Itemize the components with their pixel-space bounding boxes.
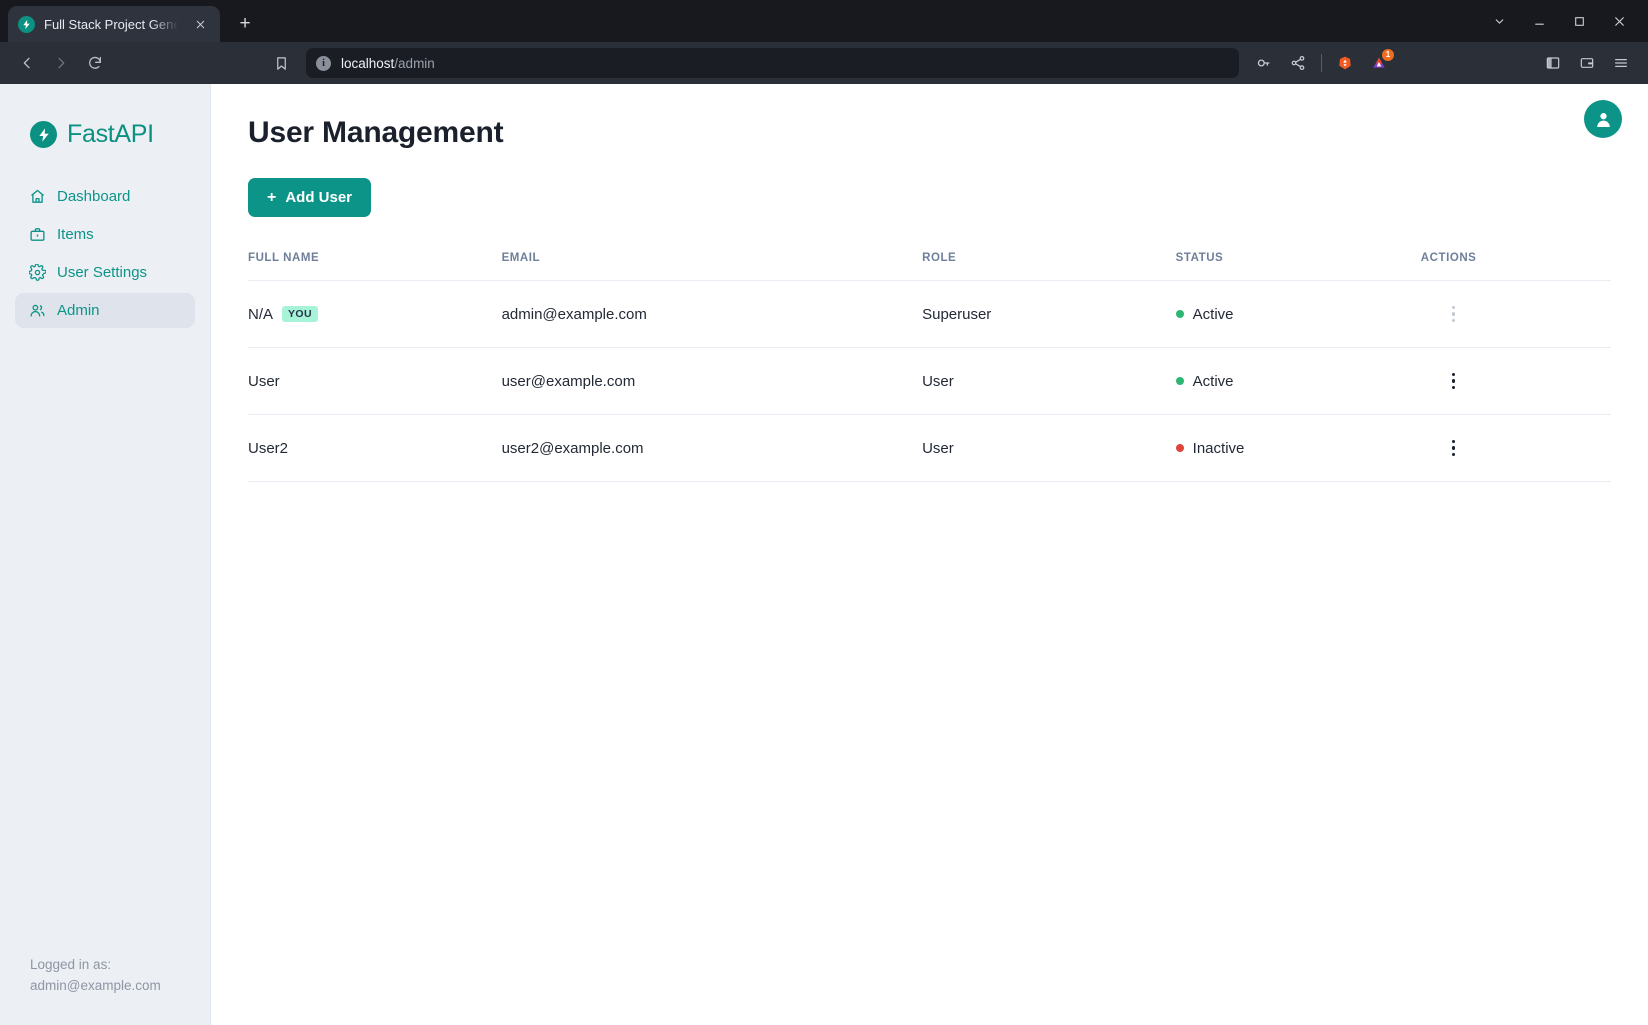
kebab-menu-icon[interactable]	[1443, 437, 1465, 459]
logged-in-email: admin@example.com	[30, 976, 210, 997]
sidebar-item-label: User Settings	[57, 264, 147, 281]
cell-email: user@example.com	[502, 348, 923, 415]
cell-role: Superuser	[922, 281, 1176, 348]
url-host: localhost	[341, 56, 394, 71]
cell-role: User	[922, 415, 1176, 482]
url-path: /admin	[394, 56, 435, 71]
fastapi-bolt-icon	[18, 16, 35, 33]
brave-rewards-icon[interactable]: 1	[1364, 48, 1394, 78]
user-avatar-icon[interactable]	[1584, 100, 1622, 138]
app-sidebar: FastAPI Dashboard Items	[0, 84, 211, 1025]
cell-actions	[1421, 415, 1611, 482]
cell-status: Active	[1176, 348, 1421, 415]
rewards-badge-count: 1	[1382, 49, 1394, 61]
user-full-name: User	[248, 373, 280, 390]
sidebar-footer: Logged in as: admin@example.com	[0, 955, 210, 1025]
browser-tab[interactable]: Full Stack Project Generat	[8, 6, 220, 42]
kebab-menu-icon[interactable]	[1443, 370, 1465, 392]
tab-strip: Full Stack Project Generat +	[0, 0, 1648, 42]
key-icon[interactable]	[1249, 48, 1279, 78]
sidebar-item-dashboard[interactable]: Dashboard	[15, 179, 195, 214]
column-header-status: STATUS	[1176, 252, 1421, 281]
sidebar-item-label: Items	[57, 226, 94, 243]
users-table: FULL NAME EMAIL ROLE STATUS ACTIONS N/A	[248, 252, 1611, 482]
address-bar[interactable]: i localhost/admin	[306, 48, 1239, 78]
status-dot-active	[1176, 377, 1184, 385]
cell-full-name: User	[248, 348, 502, 415]
plus-icon: +	[267, 190, 276, 206]
cell-full-name: N/A YOU	[248, 281, 502, 348]
back-arrow-icon[interactable]	[12, 48, 42, 78]
status-label: Inactive	[1193, 440, 1245, 457]
sidebar-nav: Dashboard Items User Settings	[0, 179, 210, 328]
brave-lion-icon[interactable]	[1330, 48, 1360, 78]
user-full-name: N/A	[248, 306, 273, 323]
status-label: Active	[1193, 373, 1234, 390]
logged-in-label: Logged in as:	[30, 955, 210, 976]
status-dot-inactive	[1176, 444, 1184, 452]
bookmark-icon[interactable]	[266, 48, 296, 78]
table-row: N/A YOU admin@example.com Superuser Acti…	[248, 281, 1611, 348]
cell-actions	[1421, 348, 1611, 415]
table-head: FULL NAME EMAIL ROLE STATUS ACTIONS	[248, 252, 1611, 281]
add-user-button[interactable]: + Add User	[248, 178, 371, 217]
status-label: Active	[1193, 306, 1234, 323]
users-table-wrapper: FULL NAME EMAIL ROLE STATUS ACTIONS N/A	[248, 252, 1648, 482]
page-viewport: FastAPI Dashboard Items	[0, 84, 1648, 1025]
table-row: User2 user2@example.com User Inactive	[248, 415, 1611, 482]
forward-arrow-icon[interactable]	[46, 48, 76, 78]
browser-window: Full Stack Project Generat +	[0, 0, 1648, 1025]
sidebar-item-label: Dashboard	[57, 188, 130, 205]
tab-title: Full Stack Project Generat	[44, 17, 181, 32]
cell-role: User	[922, 348, 1176, 415]
window-controls	[1480, 0, 1648, 42]
main-content: User Management + Add User FULL NAME EMA…	[211, 84, 1648, 1025]
browser-toolbar: i localhost/admin 1	[0, 42, 1648, 84]
reload-icon[interactable]	[80, 48, 110, 78]
toolbar-divider	[1321, 54, 1322, 72]
table-body: N/A YOU admin@example.com Superuser Acti…	[248, 281, 1611, 482]
cell-status: Inactive	[1176, 415, 1421, 482]
gear-icon	[29, 264, 46, 281]
sidebar-item-admin[interactable]: Admin	[15, 293, 195, 328]
maximize-button[interactable]	[1560, 4, 1598, 38]
column-header-email: EMAIL	[502, 252, 923, 281]
status-badge: YOU	[282, 306, 318, 323]
sidebar-item-label: Admin	[57, 302, 100, 319]
hamburger-icon[interactable]	[1606, 48, 1636, 78]
minimize-button[interactable]	[1520, 4, 1558, 38]
tab-search-button[interactable]	[1480, 4, 1518, 38]
panel-icon[interactable]	[1538, 48, 1568, 78]
fastapi-bolt-icon	[30, 121, 57, 148]
table-header-row: FULL NAME EMAIL ROLE STATUS ACTIONS	[248, 252, 1611, 281]
column-header-role: ROLE	[922, 252, 1176, 281]
new-tab-button[interactable]: +	[230, 9, 260, 39]
info-icon[interactable]: i	[316, 56, 331, 71]
cell-actions	[1421, 281, 1611, 348]
users-icon	[29, 302, 46, 319]
sidebar-item-items[interactable]: Items	[15, 217, 195, 252]
table-row: User user@example.com User Active	[248, 348, 1611, 415]
sidebar-item-user-settings[interactable]: User Settings	[15, 255, 195, 290]
home-icon	[29, 188, 46, 205]
user-full-name: User2	[248, 440, 288, 457]
column-header-full-name: FULL NAME	[248, 252, 502, 281]
close-icon[interactable]	[190, 14, 210, 34]
add-user-label: Add User	[285, 189, 352, 206]
cell-status: Active	[1176, 281, 1421, 348]
cell-email: admin@example.com	[502, 281, 923, 348]
wallet-icon[interactable]	[1572, 48, 1602, 78]
column-header-actions: ACTIONS	[1421, 252, 1611, 281]
status-dot-active	[1176, 310, 1184, 318]
page-title: User Management	[248, 116, 1648, 150]
close-window-button[interactable]	[1600, 4, 1638, 38]
brand-logo[interactable]: FastAPI	[0, 84, 210, 179]
brand-name: FastAPI	[67, 120, 154, 149]
cell-email: user2@example.com	[502, 415, 923, 482]
kebab-menu-icon[interactable]	[1443, 303, 1465, 325]
briefcase-icon	[29, 226, 46, 243]
share-icon[interactable]	[1283, 48, 1313, 78]
cell-full-name: User2	[248, 415, 502, 482]
